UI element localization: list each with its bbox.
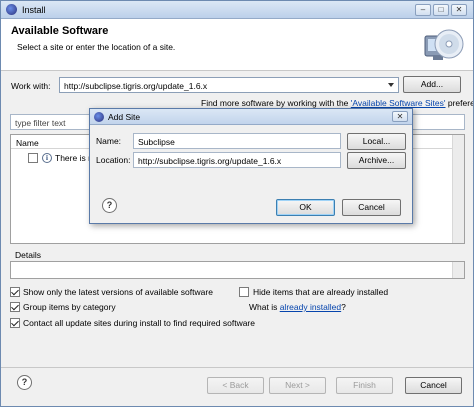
wizard-header: Available Software Select a site or ente…	[1, 19, 473, 71]
name-label: Name:	[96, 136, 122, 146]
work-with-label: Work with:	[11, 81, 51, 91]
work-with-value: http://subclipse.tigris.org/update_1.6.x	[64, 81, 208, 91]
dialog-cancel-button[interactable]: Cancel	[342, 199, 401, 216]
local-button[interactable]: Local...	[347, 133, 406, 150]
maximize-button[interactable]: □	[433, 4, 449, 16]
close-button[interactable]: ✕	[451, 4, 467, 16]
available-sites-link[interactable]: 'Available Software Sites'	[351, 98, 446, 108]
work-with-combo[interactable]: http://subclipse.tigris.org/update_1.6.x	[59, 77, 399, 93]
details-scrollbar[interactable]	[452, 262, 464, 278]
help-icon[interactable]: ?	[17, 375, 32, 390]
site-location-value: http://subclipse.tigris.org/update_1.6.x	[138, 156, 282, 166]
details-area	[10, 261, 465, 279]
site-location-input[interactable]: http://subclipse.tigris.org/update_1.6.x	[133, 152, 341, 168]
what-is-installed-text: What is already installed?	[249, 302, 346, 312]
find-more-text: Find more software by working with the '…	[201, 98, 473, 108]
list-item-checkbox[interactable]	[28, 153, 38, 163]
dialog-close-button[interactable]: ✕	[392, 111, 408, 122]
title-bar: Install – □ ✕	[1, 1, 473, 19]
group-by-category-label: Group items by category	[23, 302, 116, 312]
contact-sites-checkbox[interactable]	[10, 318, 20, 328]
finish-button[interactable]: Finish	[336, 377, 393, 394]
help-icon[interactable]: ?	[102, 198, 117, 213]
filter-placeholder: type filter text	[15, 118, 66, 128]
next-button[interactable]: Next >	[269, 377, 326, 394]
list-scrollbar[interactable]	[452, 135, 464, 243]
page-description: Select a site or enter the location of a…	[17, 42, 176, 52]
dialog-title: Add Site	[108, 112, 141, 122]
add-button[interactable]: Add...	[403, 76, 461, 93]
ok-button[interactable]: OK	[276, 199, 335, 216]
details-label: Details	[15, 250, 41, 260]
location-label: Location:	[96, 155, 131, 165]
show-latest-checkbox[interactable]	[10, 287, 20, 297]
back-button[interactable]: < Back	[207, 377, 264, 394]
chevron-down-icon	[388, 83, 394, 87]
hide-installed-checkbox[interactable]	[239, 287, 249, 297]
add-site-dialog: Add Site ✕ Name: Subclipse Local... Loca…	[89, 108, 413, 224]
page-title: Available Software	[11, 25, 109, 37]
group-by-category-checkbox[interactable]	[10, 302, 20, 312]
eclipse-icon	[6, 4, 17, 15]
minimize-button[interactable]: –	[415, 4, 431, 16]
window-title: Install	[22, 5, 46, 15]
column-name[interactable]: Name	[16, 138, 39, 148]
hide-installed-label: Hide items that are already installed	[253, 287, 389, 297]
already-installed-link[interactable]: already installed	[280, 302, 341, 312]
site-name-input[interactable]: Subclipse	[133, 133, 341, 149]
archive-button[interactable]: Archive...	[347, 152, 406, 169]
site-name-value: Subclipse	[138, 137, 175, 147]
dialog-title-bar: Add Site ✕	[90, 109, 412, 125]
contact-sites-label: Contact all update sites during install …	[23, 318, 255, 328]
eclipse-icon	[94, 112, 104, 122]
info-icon: i	[42, 153, 52, 163]
cancel-button[interactable]: Cancel	[405, 377, 462, 394]
install-cd-icon	[424, 29, 464, 60]
show-latest-label: Show only the latest versions of availab…	[23, 287, 213, 297]
footer-separator	[1, 367, 473, 368]
